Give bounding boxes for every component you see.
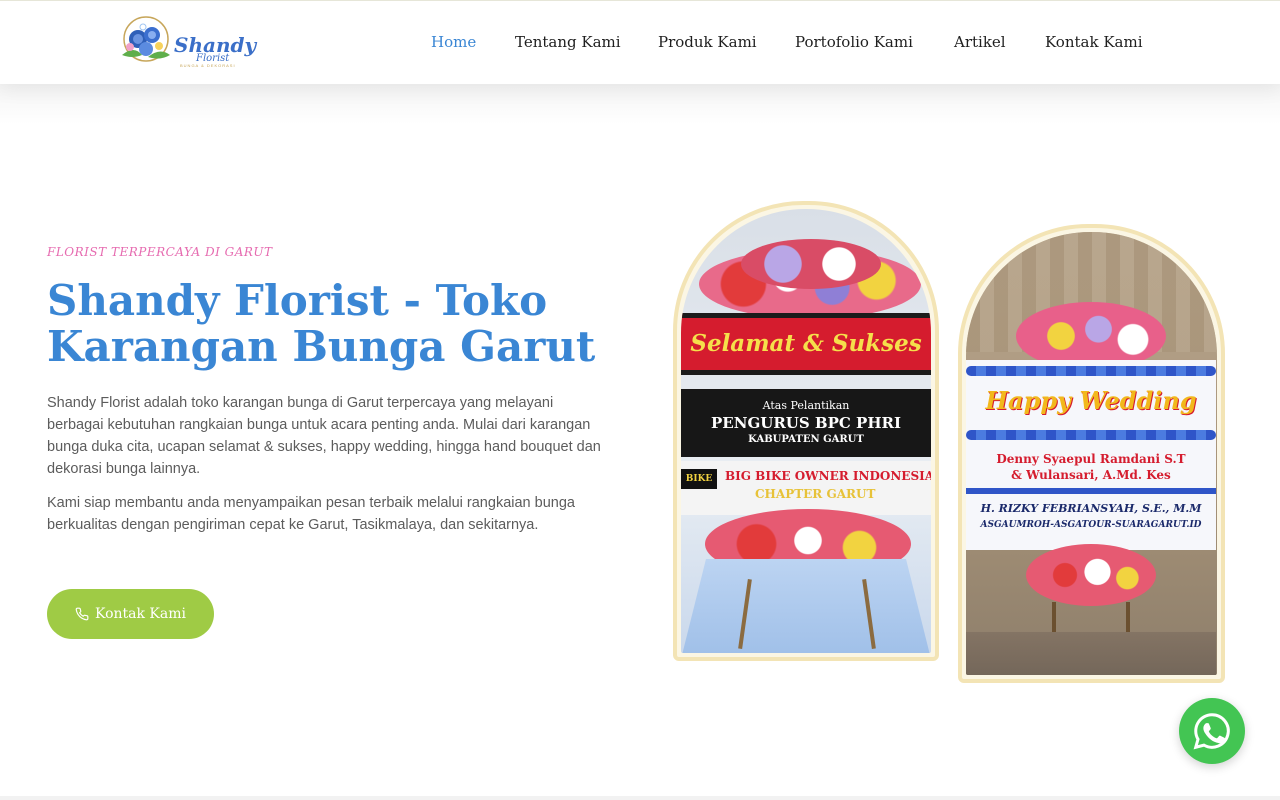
nav-kontak-kami[interactable]: Kontak Kami (1045, 33, 1143, 51)
image-text-happy-wedding: Happy Wedding (985, 386, 1197, 415)
hero-tagline: FLORIST TERPERCAYA DI GARUT (47, 245, 273, 259)
image-text-denny: Denny Syaepul Ramdani S.T (996, 452, 1186, 466)
section-divider (0, 796, 1280, 800)
whatsapp-icon (1193, 713, 1230, 750)
nav-home[interactable]: Home (431, 33, 476, 51)
image-text-wulansari: & Wulansari, A.Md. Kes (1011, 468, 1171, 482)
nav-tentang-kami[interactable]: Tentang Kami (515, 33, 621, 51)
nav-portofolio-kami[interactable]: Portofolio Kami (795, 33, 913, 51)
site-header: Shandy Florist BUNGA & DEKORASI Home Ten… (0, 0, 1280, 84)
header-shadow-band (0, 84, 1280, 124)
hero-title: Shandy Florist - Toko Karangan Bunga Gar… (47, 276, 596, 371)
portfolio-image-selamat-sukses: Selamat & Sukses Atas Pelantikan PENGURU… (673, 201, 939, 661)
portfolio-image-happy-wedding: Happy Wedding Denny Syaepul Ramdani S.T … (958, 224, 1225, 683)
hero-paragraph-1: Shandy Florist adalah toko karangan bung… (47, 395, 601, 477)
image-text-pengurus: PENGURUS BPC PHRI (711, 414, 901, 432)
whatsapp-float-button[interactable] (1179, 698, 1245, 764)
image-text-asgaumroh: ASGAUMROH-ASGATOUR-SUARAGARUT.ID (980, 520, 1202, 530)
hero-paragraph-2: Kami siap membantu anda menyampaikan pes… (47, 495, 575, 533)
kontak-kami-button-label: Kontak Kami (95, 606, 186, 622)
image-text-big-bike: BIG BIKE OWNER INDONESIA (725, 469, 931, 483)
kontak-kami-button[interactable]: Kontak Kami (47, 589, 214, 639)
image-text-selamat-sukses: Selamat & Sukses (690, 330, 922, 357)
logo-tagline: BUNGA & DEKORASI (180, 63, 236, 68)
nav-produk-kami[interactable]: Produk Kami (658, 33, 757, 51)
image-badge-bike: BIKE (681, 469, 717, 489)
nav-artikel[interactable]: Artikel (954, 33, 1006, 51)
image-text-chapter: CHAPTER GARUT (755, 487, 876, 501)
image-text-kabupaten: KABUPATEN GARUT (748, 434, 864, 445)
image-text-rizky: H. RIZKY FEBRIANSYAH, S.E., M.M (980, 502, 1202, 515)
phone-icon (75, 607, 89, 621)
main-navigation: Home Tentang Kami Produk Kami Portofolio… (0, 33, 1280, 55)
image-text-atas-pelantikan: Atas Pelantikan (762, 399, 850, 412)
